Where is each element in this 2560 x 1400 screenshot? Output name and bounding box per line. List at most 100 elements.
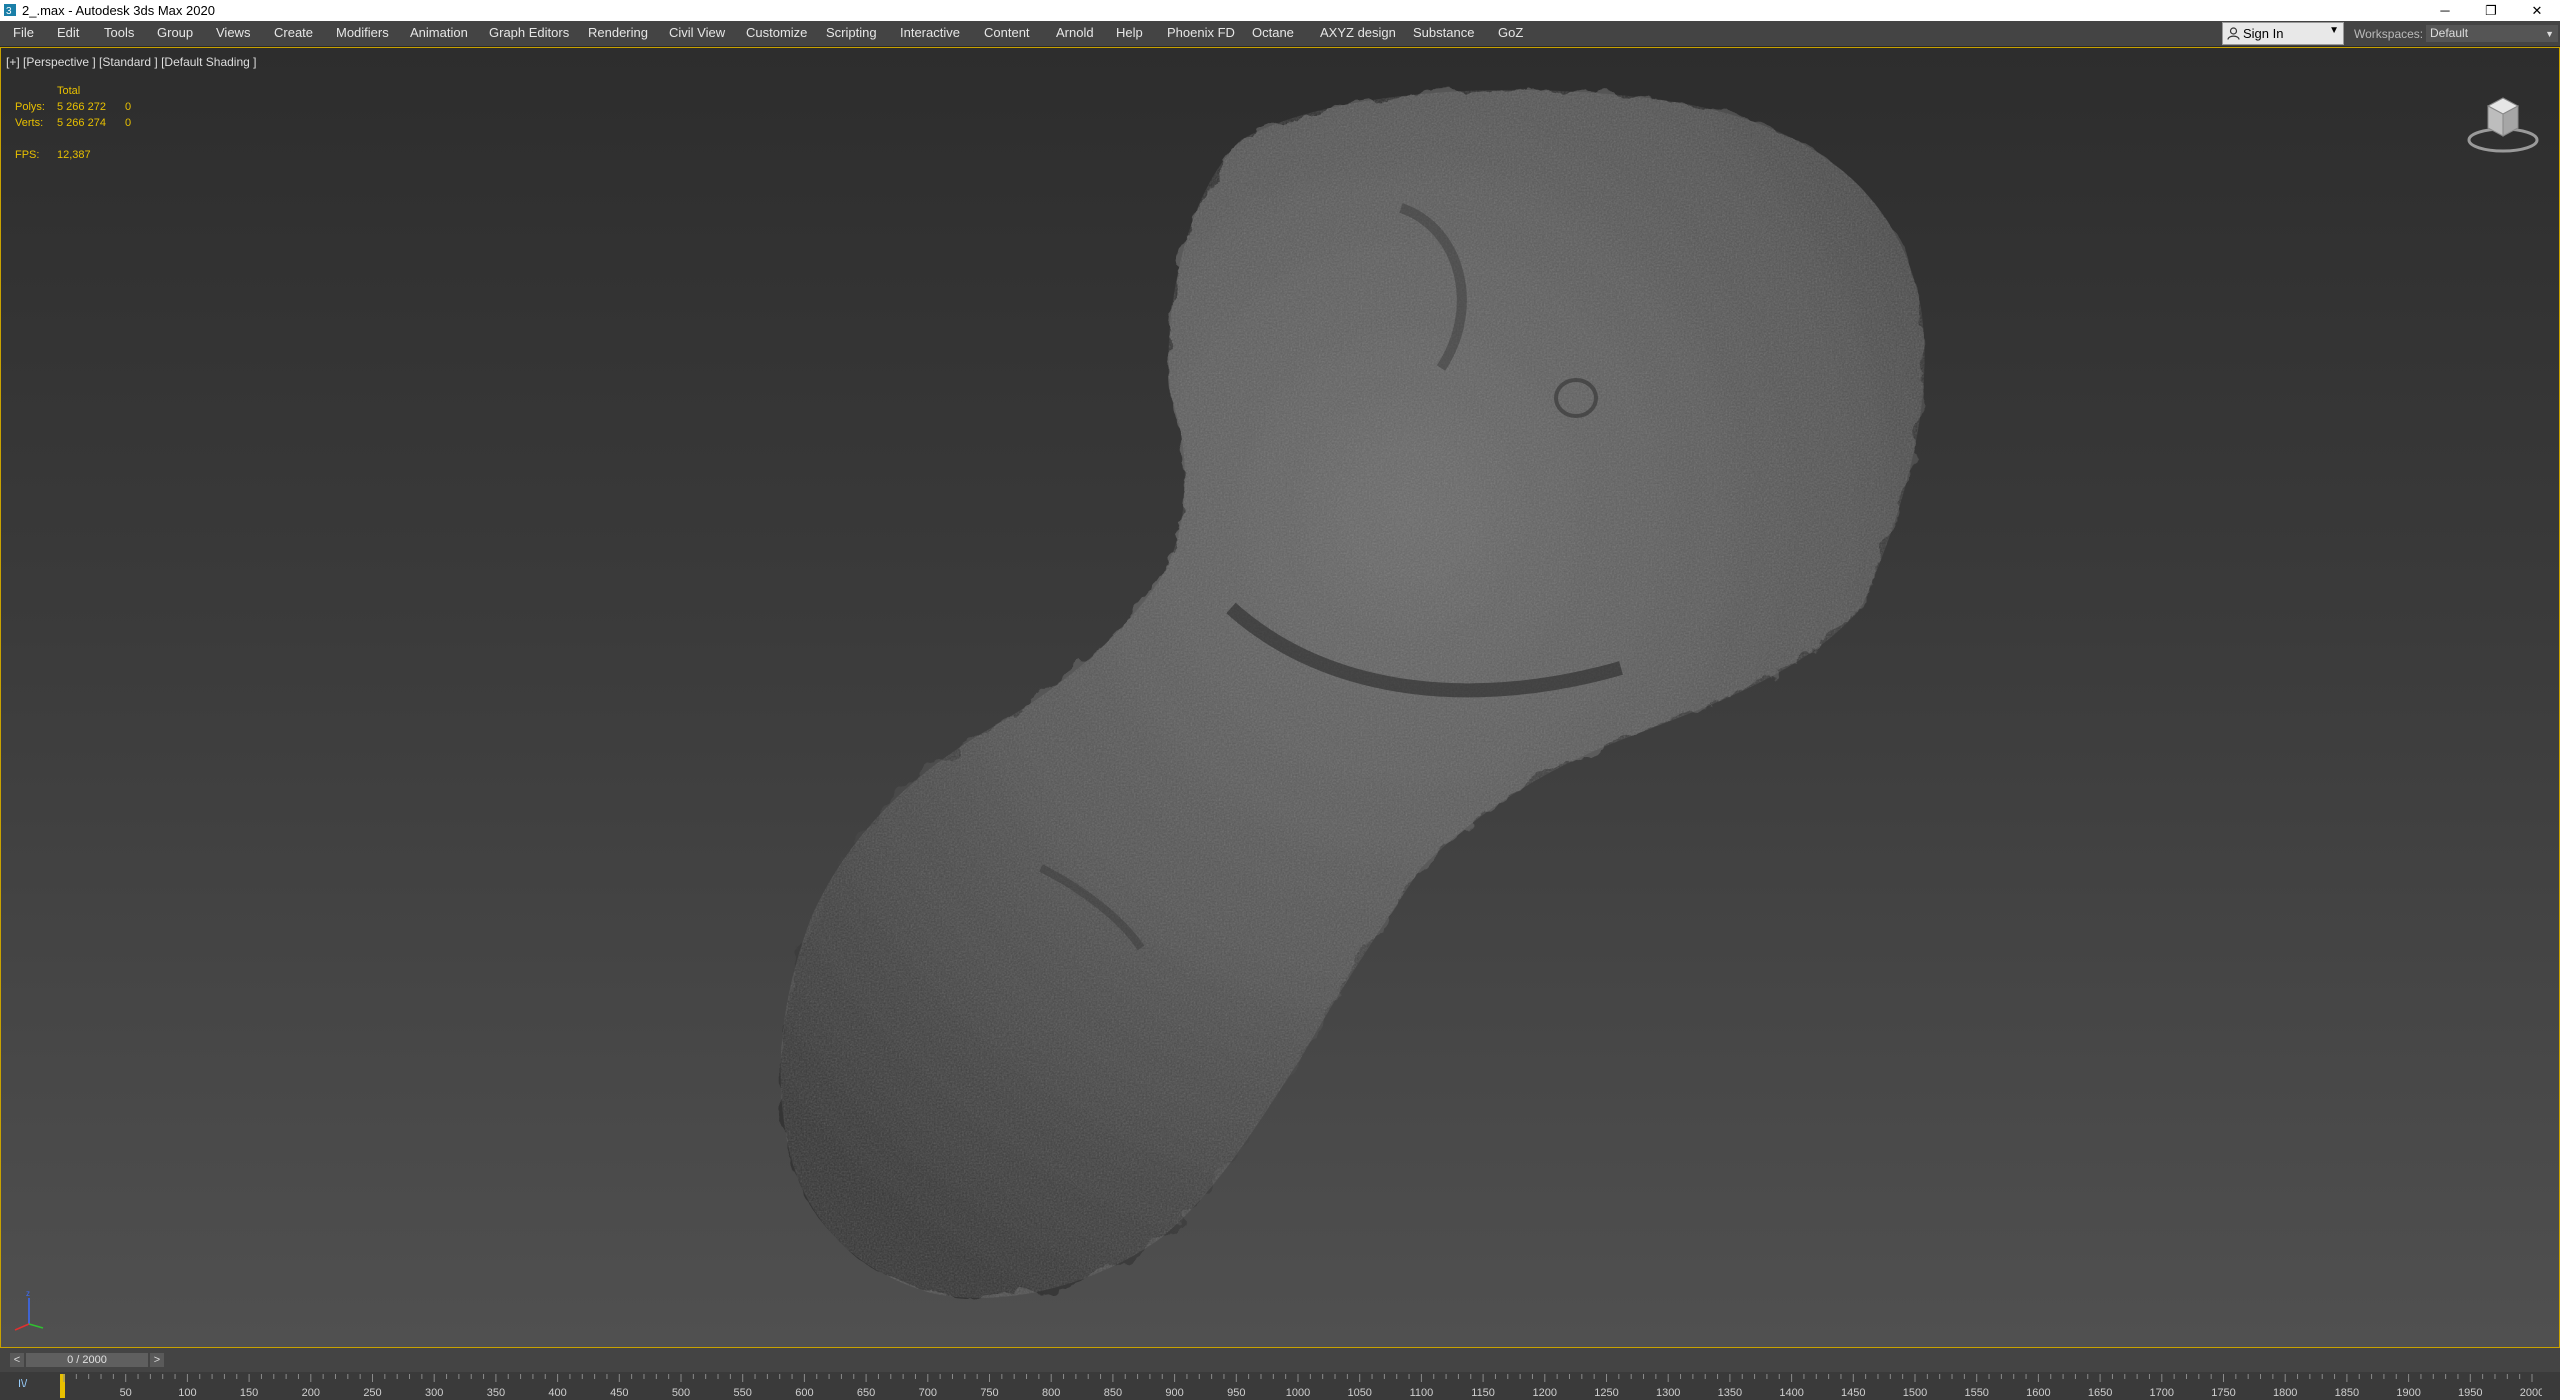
menu-graph-editors[interactable]: Graph Editors	[489, 25, 569, 40]
menu-create[interactable]: Create	[274, 25, 313, 40]
ruler-tick-label: 1400	[1779, 1387, 1803, 1399]
stats-verts-label: Verts:	[15, 117, 44, 129]
menu-substance[interactable]: Substance	[1413, 25, 1474, 40]
ruler-tick-label: 800	[1042, 1387, 1060, 1399]
ruler-tick-label: 350	[487, 1387, 505, 1399]
stats-verts-total: 5 266 274	[57, 117, 106, 129]
minimize-button[interactable]: ─	[2422, 0, 2468, 21]
svg-text:z: z	[26, 1289, 30, 1298]
stats-fps-value: 12,387	[57, 149, 91, 161]
ruler-tick-label: 900	[1165, 1387, 1183, 1399]
time-slider[interactable]: < 0 / 2000 >	[0, 1348, 2560, 1372]
ruler-tick-label: 1450	[1841, 1387, 1865, 1399]
ruler-tick-label: 1250	[1594, 1387, 1618, 1399]
ruler-tick-label: 1050	[1347, 1387, 1371, 1399]
ruler-tick-label: 50	[120, 1387, 132, 1399]
sign-in-label: Sign In	[2243, 26, 2284, 41]
ruler-tick-label: 1950	[2458, 1387, 2482, 1399]
ruler-tick-label: 300	[425, 1387, 443, 1399]
menu-edit[interactable]: Edit	[57, 25, 79, 40]
sign-in-dropdown[interactable]: Sign In ▼	[2222, 22, 2344, 45]
ruler-tick-label: 1750	[2211, 1387, 2235, 1399]
ruler-tick-label: 250	[363, 1387, 381, 1399]
menu-tools[interactable]: Tools	[104, 25, 134, 40]
menu-animation[interactable]: Animation	[410, 25, 468, 40]
stats-fps-label: FPS:	[15, 149, 40, 161]
ruler-tick-label: 1300	[1656, 1387, 1680, 1399]
ruler-tick-label: 1150	[1471, 1387, 1495, 1399]
ruler-tick-label: 1850	[2335, 1387, 2359, 1399]
time-slider-prev-button[interactable]: <	[10, 1353, 24, 1367]
menu-bar: File Edit Tools Group Views Create Modif…	[0, 21, 2560, 47]
workspaces-value: Default	[2430, 26, 2469, 40]
ruler-tick-label: 650	[857, 1387, 875, 1399]
time-slider-next-button[interactable]: >	[150, 1353, 164, 1367]
ruler-tick-label: 200	[302, 1387, 320, 1399]
svg-text:3: 3	[6, 6, 12, 17]
menu-interactive[interactable]: Interactive	[900, 25, 960, 40]
ruler-tick-label: 750	[980, 1387, 998, 1399]
ruler-tick-label: 1900	[2396, 1387, 2420, 1399]
ruler-tick-label: 2000	[2520, 1387, 2542, 1399]
close-button[interactable]: ✕	[2514, 0, 2560, 21]
stats-total-label: Total	[57, 85, 81, 97]
menu-content[interactable]: Content	[984, 25, 1030, 40]
menu-phoenix-fd[interactable]: Phoenix FD	[1167, 25, 1235, 40]
menu-customize[interactable]: Customize	[746, 25, 807, 40]
workspaces-label: Workspaces:	[2354, 27, 2424, 41]
ruler-tick-label: 1800	[2273, 1387, 2297, 1399]
workspaces-dropdown[interactable]: Default ▼	[2426, 25, 2558, 42]
menu-file[interactable]: File	[13, 25, 34, 40]
track-bar[interactable]: I\/ 50 100 150 200 250 300 350 400 450 500 550 600 6…	[0, 1372, 2560, 1400]
time-slider-thumb[interactable]: 0 / 2000	[26, 1353, 148, 1367]
user-icon	[2227, 27, 2240, 40]
menu-axyz-design[interactable]: AXYZ design	[1320, 25, 1396, 40]
stats-polys-label: Polys:	[15, 101, 45, 113]
stats-polys-selected: 0	[125, 101, 132, 113]
ruler-tick-label: 400	[548, 1387, 566, 1399]
axis-tripod-icon: z	[14, 1289, 44, 1331]
viewport-label-menu[interactable]: [+] [Perspective ] [Standard ] [Default …	[6, 55, 256, 69]
ruler-tick-label: 150	[240, 1387, 258, 1399]
ruler-tick-label: 1000	[1286, 1387, 1310, 1399]
chevron-down-icon: ▼	[2329, 25, 2339, 36]
ruler-tick-label: 500	[672, 1387, 690, 1399]
stats-verts-selected: 0	[125, 117, 132, 129]
menu-help[interactable]: Help	[1116, 25, 1143, 40]
menu-rendering[interactable]: Rendering	[588, 25, 648, 40]
menu-arnold[interactable]: Arnold	[1056, 25, 1094, 40]
viewcube-icon[interactable]	[2463, 78, 2543, 158]
comet-mesh[interactable]	[1, 48, 2559, 1347]
ruler-tick-label: 850	[1104, 1387, 1122, 1399]
ruler-tick-label: 1550	[1964, 1387, 1988, 1399]
workspaces-selector: Workspaces: Default ▼	[2348, 22, 2560, 45]
window-title: 2_.max - Autodesk 3ds Max 2020	[22, 3, 215, 18]
ruler-tick-label: 600	[795, 1387, 813, 1399]
ruler-tick-label: 1350	[1718, 1387, 1742, 1399]
menu-modifiers[interactable]: Modifiers	[336, 25, 389, 40]
perspective-viewport[interactable]: [+] [Perspective ] [Standard ] [Default …	[0, 47, 2560, 1348]
ruler-tick-label: 950	[1227, 1387, 1245, 1399]
ruler-tick-label: 700	[919, 1387, 937, 1399]
ruler-tick-label: 450	[610, 1387, 628, 1399]
menu-octane[interactable]: Octane	[1252, 25, 1294, 40]
stats-polys-total: 5 266 272	[57, 101, 106, 113]
menu-views[interactable]: Views	[216, 25, 250, 40]
menu-scripting[interactable]: Scripting	[826, 25, 877, 40]
menu-goz[interactable]: GoZ	[1498, 25, 1523, 40]
ruler-tick-label: 1100	[1410, 1387, 1434, 1399]
restore-button[interactable]: ❐	[2468, 0, 2514, 21]
ruler-tick-label: 1650	[2088, 1387, 2112, 1399]
key-filter-icon[interactable]: I\/	[18, 1378, 27, 1390]
menu-civil-view[interactable]: Civil View	[669, 25, 725, 40]
ruler-tick-label: 550	[734, 1387, 752, 1399]
3dsmax-app-icon: 3	[4, 4, 16, 17]
ruler-tick-label: 1500	[1903, 1387, 1927, 1399]
title-bar: 3 2_.max - Autodesk 3ds Max 2020 ─ ❐ ✕	[0, 0, 2560, 21]
menu-group[interactable]: Group	[157, 25, 193, 40]
frame-ruler[interactable]: 50 100 150 200 250 300 350 400 450 500 550 600 650 70…	[62, 1372, 2542, 1400]
chevron-down-icon: ▼	[2545, 29, 2554, 39]
ruler-tick-label: 1600	[2026, 1387, 2050, 1399]
ruler-tick-label: 1200	[1533, 1387, 1557, 1399]
ruler-tick-label: 1700	[2150, 1387, 2174, 1399]
